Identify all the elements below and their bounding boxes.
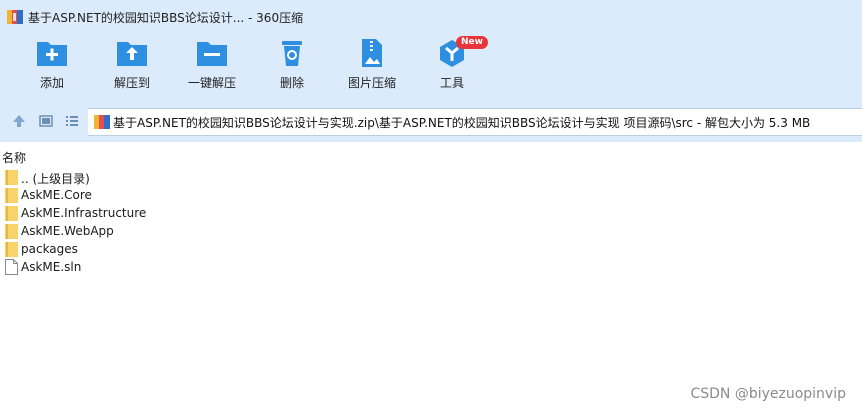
file-icon (5, 259, 18, 275)
archive-icon (7, 10, 23, 24)
delete-label: 删除 (279, 76, 304, 90)
add-icon (37, 42, 67, 66)
folder-icon (5, 206, 18, 221)
extract-to-button[interactable]: 解压到 (96, 38, 168, 98)
navigation-bar: 基于ASP.NET的校园知识BBS论坛设计与实现.zip\基于ASP.NET的校… (0, 100, 862, 142)
up-arrow-icon[interactable] (11, 113, 27, 129)
list-item-file[interactable]: AskME.sln (0, 258, 862, 276)
item-name: AskME.Core (21, 188, 92, 202)
image-compress-button[interactable]: 图片压缩 (336, 38, 408, 98)
image-compress-label: 图片压缩 (347, 76, 396, 90)
folder-icon (5, 242, 18, 257)
toolbar: 添加 解压到 一键解压 删除 图片压缩 工具 New (0, 34, 862, 100)
title-bar: 基于ASP.NET的校园知识BBS论坛设计... - 360压缩 (0, 0, 862, 34)
column-header-name[interactable]: 名称 (0, 147, 862, 165)
delete-button[interactable]: 删除 (256, 38, 328, 98)
folder-icon (5, 170, 18, 185)
one-click-extract-icon (197, 42, 227, 66)
extract-to-label: 解压到 (113, 76, 150, 90)
item-name: AskME.Infrastructure (21, 206, 147, 220)
trash-icon (282, 41, 302, 66)
item-name: AskME.WebApp (21, 224, 114, 238)
list-view-icon[interactable] (64, 113, 80, 129)
one-click-extract-button[interactable]: 一键解压 (176, 38, 248, 98)
item-name: .. (上级目录) (21, 172, 90, 186)
extract-to-icon (117, 42, 147, 66)
list-item-folder[interactable]: AskME.WebApp (0, 222, 862, 240)
folder-icon (5, 224, 18, 239)
file-list: .. (上级目录) AskME.Core AskME.Infrastructur… (0, 168, 862, 276)
window-title: 基于ASP.NET的校园知识BBS论坛设计... - 360压缩 (28, 11, 304, 25)
item-name: AskME.sln (21, 260, 82, 274)
path-text: 基于ASP.NET的校园知识BBS论坛设计与实现.zip\基于ASP.NET的校… (113, 116, 811, 130)
add-button[interactable]: 添加 (16, 38, 88, 98)
one-click-extract-label: 一键解压 (187, 76, 236, 90)
tools-label: 工具 (439, 76, 464, 90)
list-item-parent-directory[interactable]: .. (上级目录) (0, 168, 862, 186)
archive-icon (94, 115, 110, 129)
watermark: CSDN @biyezuopinvip (690, 386, 846, 402)
folder-icon (5, 188, 18, 203)
tools-button[interactable]: 工具 New (416, 36, 488, 98)
list-item-folder[interactable]: AskME.Core (0, 186, 862, 204)
image-compress-icon (362, 39, 382, 67)
thumbnail-view-icon[interactable] (38, 113, 54, 129)
path-bar[interactable]: 基于ASP.NET的校园知识BBS论坛设计与实现.zip\基于ASP.NET的校… (88, 108, 862, 136)
item-name: packages (21, 242, 78, 256)
new-badge: New (456, 36, 488, 49)
list-item-folder[interactable]: packages (0, 240, 862, 258)
list-item-folder[interactable]: AskME.Infrastructure (0, 204, 862, 222)
column-name-label: 名称 (2, 151, 27, 165)
add-label: 添加 (39, 76, 64, 90)
